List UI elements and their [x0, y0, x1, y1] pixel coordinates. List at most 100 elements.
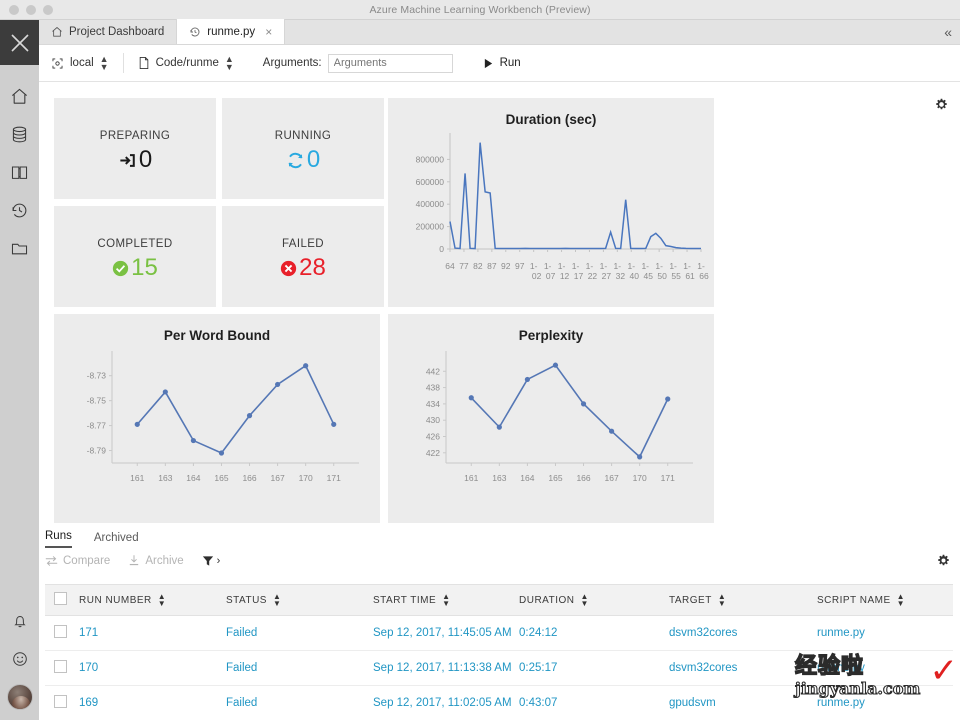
cell-start-time[interactable]: Sep 12, 2017, 11:02:05 AM [373, 685, 519, 720]
chart-card-duration[interactable]: Duration (sec) 0 200000 400000 600000 800000… [388, 98, 714, 307]
tab-close-icon[interactable]: × [265, 25, 272, 39]
cell-status[interactable]: Failed [226, 650, 373, 686]
cell-target[interactable]: gpudsvm [669, 685, 817, 720]
feedback-button[interactable] [0, 640, 39, 678]
runs-settings-button[interactable] [937, 554, 950, 572]
tab-archived[interactable]: Archived [94, 532, 139, 548]
column-label: RUN NUMBER [79, 594, 152, 606]
tab-runme-py[interactable]: runme.py × [177, 19, 286, 44]
svg-text:07: 07 [546, 271, 556, 281]
column-header-run-number[interactable]: RUN NUMBER ▲ ▼ [79, 584, 226, 616]
row-checkbox-cell[interactable] [45, 650, 79, 686]
history-clock-icon [12, 203, 27, 217]
cell-status[interactable]: Failed [226, 685, 373, 720]
cell-start-time[interactable]: Sep 12, 2017, 11:13:38 AM [373, 650, 519, 686]
row-checkbox[interactable] [54, 625, 67, 638]
stat-label: PREPARING [99, 130, 171, 142]
sort-icon[interactable]: ▲ ▼ [897, 593, 905, 608]
column-header-start-time[interactable]: START TIME ▲ ▼ [373, 584, 519, 616]
stat-label: FAILED [281, 238, 325, 250]
script-selector[interactable]: Code/runme ▲ ▼ [138, 55, 234, 72]
filter-button[interactable]: › [202, 555, 220, 567]
column-label: STATUS [226, 594, 267, 606]
sort-icon[interactable]: ▲ ▼ [158, 593, 166, 608]
rail-nav [0, 65, 39, 267]
column-header-duration[interactable]: DURATION ▲ ▼ [519, 584, 669, 616]
target-selector[interactable]: local ▲ ▼ [51, 55, 109, 72]
sort-icon[interactable]: ▲ ▼ [273, 593, 281, 608]
tab-project-dashboard[interactable]: Project Dashboard [39, 19, 178, 44]
svg-text:430: 430 [426, 415, 440, 425]
column-header-target[interactable]: TARGET ▲ ▼ [669, 584, 817, 616]
stat-card-running[interactable]: RUNNING 0 [222, 98, 384, 199]
sort-icon[interactable]: ▲ ▼ [442, 593, 450, 608]
stat-card-completed[interactable]: COMPLETED 15 [54, 206, 216, 307]
column-header-script-name[interactable]: SCRIPT NAME ▲ ▼ [817, 584, 953, 616]
svg-text:97: 97 [515, 261, 525, 271]
row-checkbox[interactable] [54, 660, 67, 673]
table-row[interactable]: 170 Failed Sep 12, 2017, 11:13:38 AM 0:25:1… [45, 650, 953, 686]
row-checkbox[interactable] [54, 695, 67, 708]
sort-icon[interactable]: ▲ ▼ [718, 593, 726, 608]
cell-duration[interactable]: 0:25:17 [519, 650, 669, 686]
svg-text:171: 171 [327, 473, 341, 483]
cell-script-name[interactable]: runme.py [817, 650, 953, 686]
svg-text:0: 0 [439, 244, 444, 254]
gear-icon [938, 554, 949, 566]
archive-button[interactable]: Archive [128, 554, 184, 567]
arguments-input[interactable] [327, 53, 453, 73]
duration-chart: 020000040000060000080000064 77 82 87 92 97 1-0… [416, 133, 709, 281]
cell-target[interactable]: dsvm32cores [669, 650, 817, 686]
stat-card-failed[interactable]: FAILED 28 [222, 206, 384, 307]
row-checkbox-cell[interactable] [45, 685, 79, 720]
svg-text:165: 165 [548, 473, 562, 483]
sidebar-item-home[interactable] [0, 77, 39, 115]
svg-text:-8.77: -8.77 [87, 421, 107, 431]
chart-card-per-word-bound[interactable]: Per Word Bound -8.73 -8.75 -8.77 -8.79 161 16… [54, 314, 380, 523]
gear-icon [936, 98, 947, 110]
cell-script-name[interactable]: runme.py [817, 615, 953, 651]
runs-action-bar: Compare Archive › [45, 554, 220, 567]
sidebar-item-notebooks[interactable] [0, 153, 39, 191]
row-checkbox-cell[interactable] [45, 615, 79, 651]
dashboard-settings-button[interactable] [935, 98, 948, 116]
run-button[interactable]: Run [483, 57, 521, 69]
cell-duration[interactable]: 0:24:12 [519, 615, 669, 651]
notifications-button[interactable] [0, 602, 39, 640]
svg-text:163: 163 [158, 473, 172, 483]
stat-value-wrap: 0 [222, 146, 384, 174]
cell-duration[interactable]: 0:43:07 [519, 685, 669, 720]
cell-status[interactable]: Failed [226, 615, 373, 651]
window-title: Azure Machine Learning Workbench (Previe… [369, 3, 591, 16]
select-all-header[interactable] [45, 584, 79, 616]
column-header-status[interactable]: STATUS ▲ ▼ [226, 584, 373, 616]
compare-button[interactable]: Compare [45, 555, 110, 567]
svg-text:171: 171 [661, 473, 675, 483]
cell-run-number[interactable]: 169 [79, 685, 226, 720]
cell-run-number[interactable]: 171 [79, 615, 226, 651]
chart-card-perplexity[interactable]: Perplexity 422 426 430 434 438 442 161 163 164 16… [388, 314, 714, 523]
table-row[interactable]: 171 Failed Sep 12, 2017, 11:45:05 AM 0:24:1… [45, 615, 953, 651]
select-all-checkbox[interactable] [54, 592, 67, 605]
sidebar-item-data[interactable] [0, 115, 39, 153]
cell-run-number[interactable]: 170 [79, 650, 226, 686]
enter-arrow-icon [120, 153, 135, 167]
sidebar-item-runs[interactable] [0, 191, 39, 229]
svg-text:161: 161 [464, 473, 478, 483]
sidebar-item-files[interactable] [0, 229, 39, 267]
svg-text:45: 45 [643, 271, 653, 281]
cell-script-name[interactable]: runme.py [817, 685, 953, 720]
chart-title: Duration (sec) [505, 112, 597, 127]
stat-card-preparing[interactable]: PREPARING 0 [54, 98, 216, 199]
collapse-panel-button[interactable]: « [944, 25, 952, 44]
sort-icon[interactable]: ▲ ▼ [580, 593, 588, 608]
close-project-button[interactable] [0, 20, 39, 65]
tab-runs[interactable]: Runs [45, 530, 72, 548]
table-row[interactable]: 169 Failed Sep 12, 2017, 11:02:05 AM 0:43:0… [45, 685, 953, 720]
chevron-updown-icon[interactable]: ▲ ▼ [225, 55, 234, 72]
cell-target[interactable]: dsvm32cores [669, 615, 817, 651]
avatar[interactable] [6, 684, 33, 710]
home-icon [12, 88, 27, 104]
cell-start-time[interactable]: Sep 12, 2017, 11:45:05 AM [373, 615, 519, 651]
chevron-updown-icon[interactable]: ▲ ▼ [100, 55, 109, 72]
